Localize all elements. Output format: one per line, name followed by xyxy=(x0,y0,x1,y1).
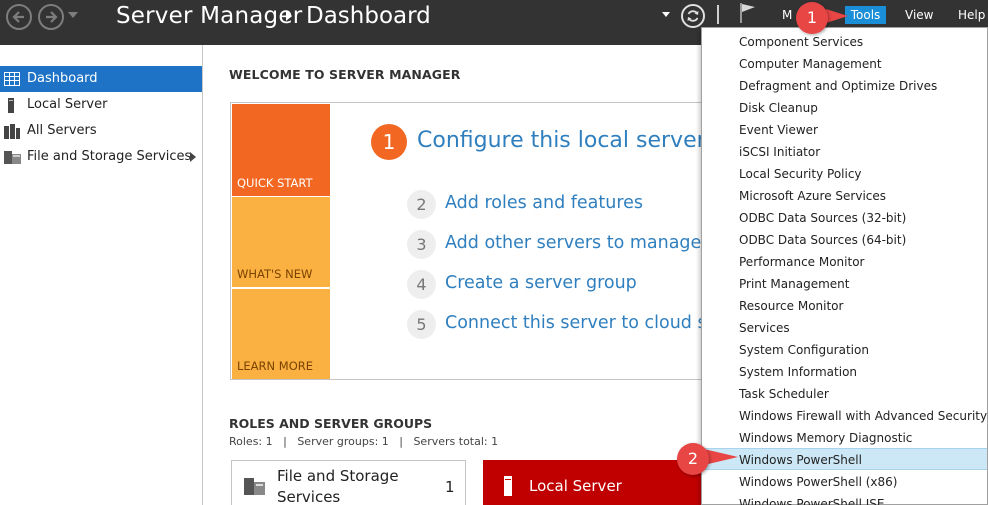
step-number: 1 xyxy=(371,124,407,160)
storage-icon xyxy=(4,151,21,164)
refresh-icon xyxy=(687,10,699,22)
menu-item-defragment[interactable]: Defragment and Optimize Drives xyxy=(702,75,987,97)
back-button[interactable] xyxy=(6,4,32,30)
tile-learn-more[interactable]: LEARN MORE xyxy=(232,289,330,379)
role-count: 1 xyxy=(445,478,455,496)
menu-item-local-security-policy[interactable]: Local Security Policy xyxy=(702,163,987,185)
welcome-panel: QUICK START WHAT'S NEW LEARN MORE 1 Conf… xyxy=(230,102,735,380)
sidebar-item-all-servers[interactable]: All Servers xyxy=(0,118,202,144)
step-add-other-servers[interactable]: Add other servers to manage xyxy=(445,233,701,253)
menu-item-odbc-64[interactable]: ODBC Data Sources (64-bit) xyxy=(702,229,987,251)
welcome-heading: WELCOME TO SERVER MANAGER xyxy=(229,67,461,82)
menu-item-azure-services[interactable]: Microsoft Azure Services xyxy=(702,185,987,207)
servers-icon xyxy=(4,124,20,139)
breadcrumb-dropdown-icon[interactable] xyxy=(662,12,670,17)
sidebar-item-label: File and Storage Services xyxy=(27,149,192,164)
menu-item-computer-management[interactable]: Computer Management xyxy=(702,53,987,75)
roles-summary: Roles: 1 | Server groups: 1 | Servers to… xyxy=(229,435,499,448)
step-number: 4 xyxy=(407,270,436,299)
expand-arrow-icon[interactable] xyxy=(190,152,196,162)
sidebar-item-label: Local Server xyxy=(27,97,108,112)
notifications-flag-icon[interactable] xyxy=(738,2,758,24)
step-add-roles-features[interactable]: Add roles and features xyxy=(445,193,643,213)
step-connect-cloud[interactable]: Connect this server to cloud serv xyxy=(445,313,735,333)
step-number: 3 xyxy=(407,230,436,259)
menu-item-services[interactable]: Services xyxy=(702,317,987,339)
menu-item-iscsi-initiator[interactable]: iSCSI Initiator xyxy=(702,141,987,163)
sidebar-item-file-storage[interactable]: File and Storage Services xyxy=(0,144,202,170)
app-title: Server Manager xyxy=(116,3,303,29)
tile-label: QUICK START xyxy=(237,176,313,190)
menu-item-windows-powershell-ise[interactable]: Windows PowerShell ISE xyxy=(702,493,987,505)
tile-label: LEARN MORE xyxy=(237,359,314,373)
sidebar: Dashboard Local Server All Servers File … xyxy=(0,45,203,505)
arrow-left-icon xyxy=(12,11,24,23)
step-number: 5 xyxy=(407,310,436,339)
step-configure-local-server[interactable]: Configure this local server xyxy=(417,128,706,153)
tools-dropdown-menu: Component Services Computer Management D… xyxy=(701,27,988,505)
role-card-file-storage[interactable]: File and Storage Services 1 xyxy=(231,460,466,505)
history-dropdown-icon[interactable] xyxy=(68,12,78,18)
role-name: Local Server xyxy=(529,477,622,495)
menu-item-print-management[interactable]: Print Management xyxy=(702,273,987,295)
menu-item-system-configuration[interactable]: System Configuration xyxy=(702,339,987,361)
menu-item-windows-powershell[interactable]: Windows PowerShell xyxy=(702,448,987,470)
sidebar-item-label: All Servers xyxy=(27,123,97,138)
callout-badge-1: 1 xyxy=(796,2,828,34)
sidebar-item-label: Dashboard xyxy=(27,71,98,86)
server-icon xyxy=(8,98,14,113)
forward-button[interactable] xyxy=(38,4,64,30)
roles-heading: ROLES AND SERVER GROUPS xyxy=(229,416,433,431)
tile-label: WHAT'S NEW xyxy=(237,267,313,281)
page-title: Dashboard xyxy=(306,3,431,29)
menu-item-windows-firewall[interactable]: Windows Firewall with Advanced Security xyxy=(702,405,987,427)
tile-whats-new[interactable]: WHAT'S NEW xyxy=(232,197,330,287)
server-icon xyxy=(504,476,512,496)
step-create-server-group[interactable]: Create a server group xyxy=(445,273,637,293)
server-manager-window: Server Manager Dashboard M Tools View He… xyxy=(0,0,988,505)
menu-view[interactable]: View xyxy=(905,6,933,24)
toolbar-divider xyxy=(717,5,719,24)
menu-item-task-scheduler[interactable]: Task Scheduler xyxy=(702,383,987,405)
role-name: File and Storage Services xyxy=(277,467,399,505)
dashboard-icon xyxy=(4,72,20,86)
menu-item-memory-diagnostic[interactable]: Windows Memory Diagnostic xyxy=(702,427,987,449)
menu-item-disk-cleanup[interactable]: Disk Cleanup xyxy=(702,97,987,119)
sidebar-item-dashboard[interactable]: Dashboard xyxy=(0,66,202,92)
storage-icon xyxy=(244,478,265,495)
sidebar-item-local-server[interactable]: Local Server xyxy=(0,92,202,118)
arrow-right-icon xyxy=(46,11,58,23)
menu-item-performance-monitor[interactable]: Performance Monitor xyxy=(702,251,987,273)
step-number: 2 xyxy=(407,190,436,219)
breadcrumb-separator-icon xyxy=(286,11,292,21)
tile-quick-start[interactable]: QUICK START xyxy=(232,104,330,196)
menu-help[interactable]: Help xyxy=(958,6,985,24)
menu-item-odbc-32[interactable]: ODBC Data Sources (32-bit) xyxy=(702,207,987,229)
menu-tools[interactable]: Tools xyxy=(845,6,886,24)
menu-item-windows-powershell-x86[interactable]: Windows PowerShell (x86) xyxy=(702,471,987,493)
menu-manage[interactable]: M xyxy=(782,6,792,24)
menu-item-system-information[interactable]: System Information xyxy=(702,361,987,383)
callout-badge-2: 2 xyxy=(677,443,709,475)
menu-item-event-viewer[interactable]: Event Viewer xyxy=(702,119,987,141)
refresh-button[interactable] xyxy=(681,4,705,28)
menu-item-resource-monitor[interactable]: Resource Monitor xyxy=(702,295,987,317)
menu-item-component-services[interactable]: Component Services xyxy=(702,31,987,53)
